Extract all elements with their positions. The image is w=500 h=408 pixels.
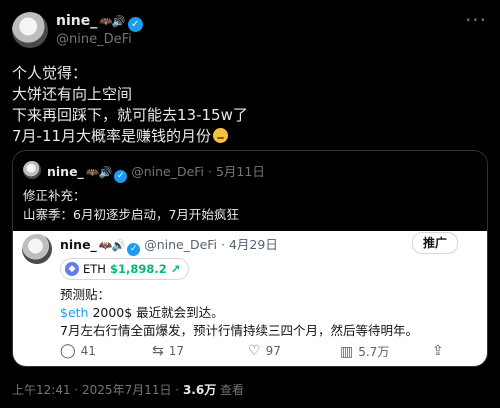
post-views-label: 查看: [220, 383, 245, 397]
author-name-row[interactable]: nine_ 🦇🔊 ✓: [56, 13, 143, 32]
repost-button[interactable]: ⇆ 17: [152, 343, 184, 359]
inner-author-handle[interactable]: @nine_DeFi: [144, 237, 217, 252]
share-icon: ⇪: [432, 343, 444, 359]
quote-line-1: 修正补充：: [23, 188, 86, 203]
quote-date: · 5月11日: [208, 164, 265, 179]
post-text: 个人觉得： 大饼还有向上空间 下来再回踩下，就可能去13-15w了 7月-11月…: [12, 63, 248, 147]
quote-avatar: [23, 161, 41, 179]
quote-verified-icon: ✓: [114, 170, 128, 183]
share-button[interactable]: ⇪: [432, 343, 444, 359]
bar-chart-icon: ▥: [340, 343, 354, 360]
post-line-3: 下来再回踩下，就可能去13-15w了: [12, 106, 248, 124]
inner-line-3: 7月左右行情全面爆发，预计行情持续三四个月，然后等待明年。: [60, 323, 418, 338]
quote-author-handle: @nine_DeFi: [131, 164, 205, 179]
trend-up-icon: ↗: [170, 262, 181, 276]
author-name[interactable]: nine_: [56, 13, 97, 29]
eth-price: $1,898.2: [109, 262, 167, 276]
promote-button[interactable]: 推广: [412, 232, 459, 254]
quote-author-name: nine_: [47, 164, 84, 179]
eth-symbol: ETH: [83, 262, 106, 276]
inner-author-name[interactable]: nine_: [60, 237, 97, 252]
verified-icon: ✓: [127, 17, 143, 32]
inner-verified-icon: ✓: [127, 243, 141, 256]
grimace-emoji-icon: [213, 128, 229, 143]
quote-author-emojis: 🦇🔊: [85, 166, 112, 179]
inner-author-emojis: 🦇🔊: [98, 239, 125, 252]
reply-button[interactable]: ◯ 41: [60, 343, 96, 359]
post-views-count: 3.6万: [182, 383, 217, 397]
eth-price-chip[interactable]: ◆ ETH $1,898.2 ↗: [60, 258, 190, 280]
more-options-icon[interactable]: ···: [464, 10, 488, 36]
heart-icon: ♡: [248, 343, 261, 359]
reply-count: 41: [80, 344, 96, 358]
eth-icon: ◆: [65, 262, 79, 276]
repost-icon: ⇆: [152, 343, 164, 359]
inner-line-1: 预测贴：: [60, 287, 111, 302]
views-count: 5.7万: [358, 345, 390, 359]
post-line-4: 7月-11月大概率是赚钱的月份: [12, 126, 248, 147]
quote-line-2: 山寨季：6月初逐步启动，7月开始疯狂: [23, 207, 239, 222]
inner-header: nine_ 🦇🔊 ✓ @nine_DeFi · 4月29日: [60, 234, 278, 256]
reply-icon: ◯: [60, 343, 76, 359]
inner-line-2: $eth 2000$ 最近就会到达。: [60, 302, 224, 321]
post-line-4-text: 7月-11月大概率是赚钱的月份: [12, 127, 212, 145]
cashtag-link[interactable]: $eth: [60, 305, 88, 320]
like-count: 97: [265, 344, 281, 358]
inner-avatar[interactable]: [22, 234, 52, 264]
post-meta: 上午12:41 · 2025年7月11日 · 3.6万 查看: [12, 381, 244, 398]
author-emojis: 🦇🔊: [99, 15, 125, 28]
repost-count: 17: [168, 344, 185, 358]
author-avatar[interactable]: [12, 12, 48, 48]
post-line-1: 个人觉得：: [12, 64, 88, 82]
inner-line-2-text: 2000$ 最近就会到达。: [88, 305, 224, 320]
author-handle[interactable]: @nine_DeFi: [56, 32, 132, 47]
views-button[interactable]: ▥ 5.7万: [340, 343, 389, 360]
post-time[interactable]: 上午12:41 · 2025年7月11日 ·: [12, 383, 179, 397]
inner-date[interactable]: · 4月29日: [221, 237, 278, 252]
like-button[interactable]: ♡ 97: [248, 343, 281, 359]
post-line-2: 大饼还有向上空间: [12, 85, 133, 103]
quote-header: nine_ 🦇🔊 ✓ @nine_DeFi · 5月11日: [47, 161, 265, 183]
